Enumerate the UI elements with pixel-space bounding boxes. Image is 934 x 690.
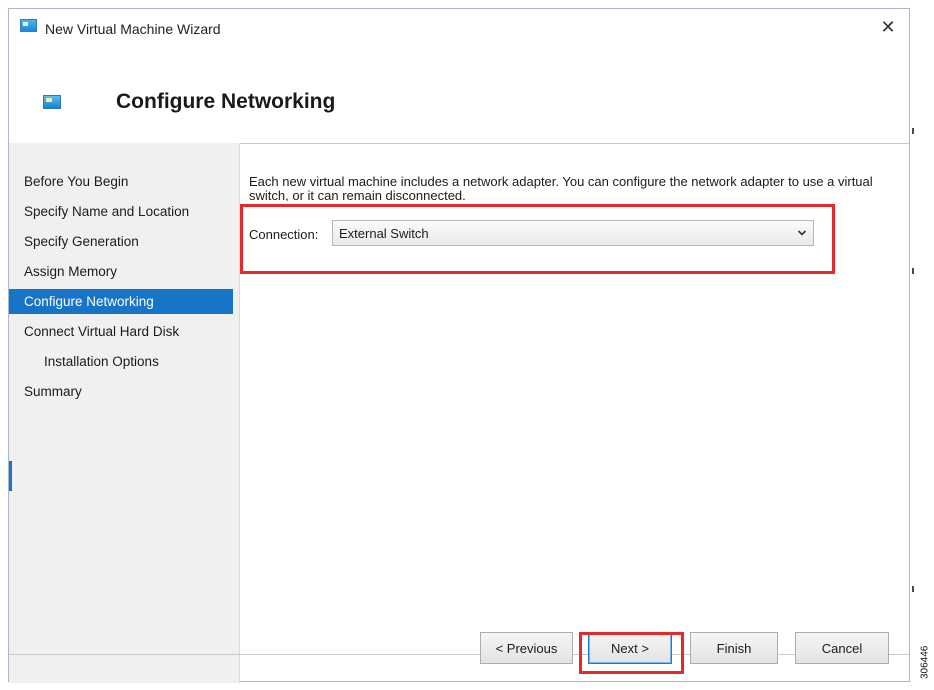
- sidebar-scroll-marker: [9, 461, 12, 491]
- edge-tick: [912, 128, 914, 134]
- sidebar-item-before-you-begin[interactable]: Before You Begin: [9, 169, 233, 194]
- close-button[interactable]: ✕: [873, 13, 903, 41]
- connection-select-value: External Switch: [339, 226, 429, 241]
- virtual-machine-icon: [20, 19, 37, 32]
- sidebar-item-configure-networking[interactable]: Configure Networking: [9, 289, 233, 314]
- edge-tick: [912, 268, 914, 274]
- page-title: Configure Networking: [116, 90, 336, 113]
- sidebar-divider: [9, 654, 240, 655]
- sidebar-item-connect-virtual-hard-disk[interactable]: Connect Virtual Hard Disk: [9, 319, 233, 344]
- network-adapter-icon: [43, 95, 61, 109]
- sidebar-item-summary[interactable]: Summary: [9, 379, 233, 404]
- description-text: Each new virtual machine includes a netw…: [249, 175, 873, 201]
- connection-label: Connection:: [249, 227, 319, 242]
- cancel-button[interactable]: Cancel: [795, 632, 889, 664]
- sidebar-item-specify-name-and-location[interactable]: Specify Name and Location: [9, 199, 233, 224]
- wizard-header: Configure Networking: [9, 47, 909, 144]
- sidebar-item-assign-memory[interactable]: Assign Memory: [9, 259, 233, 284]
- steps-list: Before You Begin Specify Name and Locati…: [9, 169, 233, 409]
- connection-select[interactable]: External Switch: [332, 220, 814, 246]
- wizard-steps-sidebar: Before You Begin Specify Name and Locati…: [9, 143, 240, 683]
- figure-id: 306446: [919, 645, 931, 679]
- window-title: New Virtual Machine Wizard: [45, 21, 221, 37]
- edge-ticks: [912, 0, 916, 690]
- wizard-window: New Virtual Machine Wizard ✕ Configure N…: [8, 8, 910, 683]
- previous-button[interactable]: < Previous: [480, 632, 573, 664]
- finish-button[interactable]: Finish: [690, 632, 778, 664]
- next-button[interactable]: Next >: [588, 632, 672, 664]
- edge-tick: [912, 586, 914, 592]
- wizard-content: Each new virtual machine includes a netw…: [240, 143, 909, 683]
- title-bar: New Virtual Machine Wizard ✕: [9, 9, 909, 47]
- close-icon: ✕: [880, 16, 896, 37]
- sidebar-item-installation-options[interactable]: Installation Options: [9, 349, 233, 374]
- chevron-down-icon: [797, 230, 807, 236]
- sidebar-item-specify-generation[interactable]: Specify Generation: [9, 229, 233, 254]
